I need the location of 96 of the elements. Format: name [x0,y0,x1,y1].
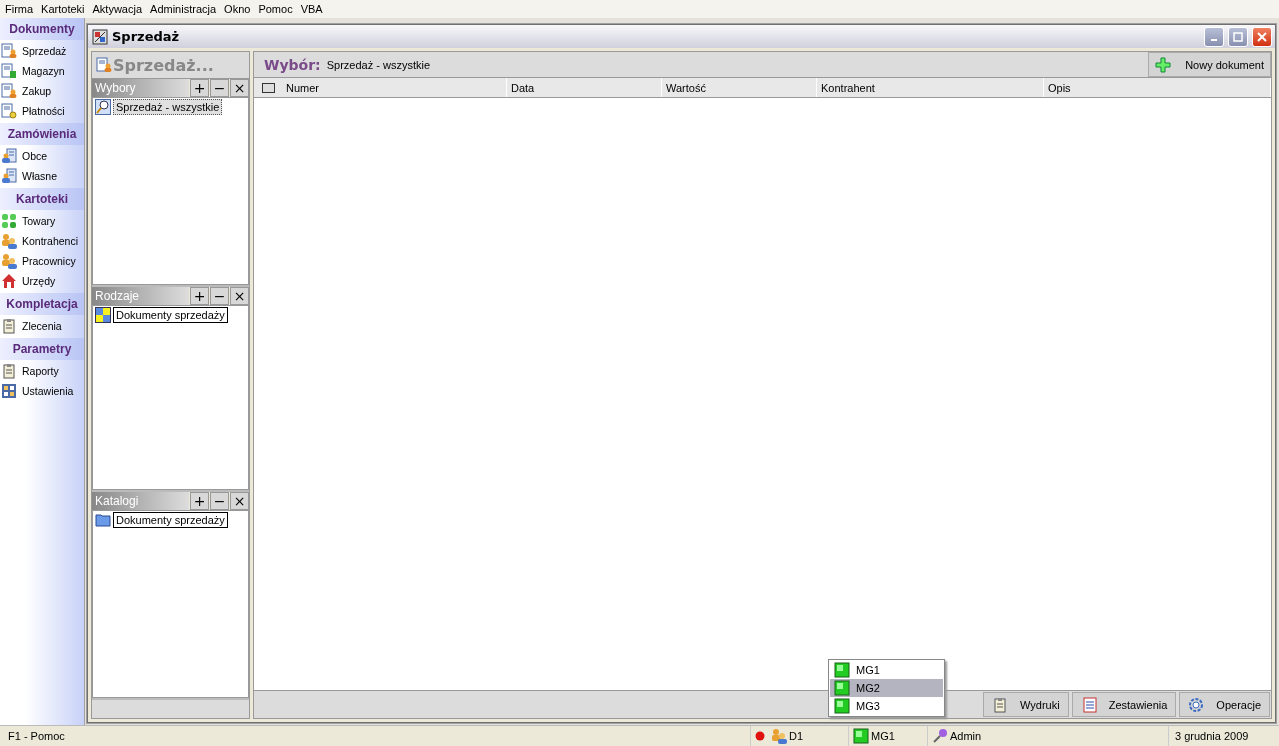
nav-section-header: Zamówienia [0,123,84,145]
plus-icon [1155,56,1172,73]
menu-item[interactable]: Aktywacja [89,3,148,15]
pane-button[interactable]: × [230,287,249,305]
column-header[interactable]: Kontrahent [817,78,1044,97]
clipboard-icon [1,318,17,334]
folder-icon [95,512,111,528]
clipboard-icon [1,363,17,379]
toolbar-button[interactable]: Operacje [1179,692,1270,717]
column-header[interactable]: Opis [1044,78,1271,97]
window-title: Sprzedaż [112,29,180,44]
minimize-icon [1211,38,1217,41]
warehouse-icon [834,698,850,714]
people-icon [1,253,17,269]
app-icon [92,28,108,45]
list-icon [1080,696,1097,713]
menu-item[interactable]: Kartoteki [38,3,90,15]
pane-button[interactable]: − [210,287,229,305]
toolbar-button[interactable]: Zestawienia [1071,692,1177,717]
gear-icon [1188,696,1205,713]
document-person-icon [96,57,112,73]
color-grid-icon [95,307,111,323]
status-dot-icon [755,731,765,741]
document-coin-icon [1,103,17,119]
tree-item[interactable]: Dokumenty sprzedaży [113,512,228,528]
people-icon [771,728,787,744]
close-icon [1257,31,1267,42]
document-box-icon [1,63,17,79]
pane-button[interactable]: − [210,492,229,510]
new-document-button[interactable]: Nowy dokument [1148,52,1271,77]
menu-item[interactable]: MG3 [830,697,943,715]
menu-item[interactable]: MG1 [830,661,943,679]
close-button[interactable] [1252,26,1272,47]
menu-item[interactable]: Firma [2,3,39,15]
tree-item[interactable]: Sprzedaż - wszystkie [113,99,223,115]
minimize-button[interactable] [1204,26,1224,47]
nav-item[interactable]: Obce [0,146,84,166]
menu-item[interactable]: MG2 [830,679,943,697]
column-header[interactable]: Wartość [662,78,817,97]
document-person-icon [1,43,17,59]
nav-item[interactable]: Raporty [0,361,84,381]
person-list-icon [1,168,17,184]
nav-section-header: Kompletacja [0,293,84,315]
column-header[interactable]: Data [507,78,662,97]
nav-item[interactable]: Urzędy [0,271,84,291]
cubes-icon [1,213,17,229]
person-list-icon [1,148,17,164]
warehouse-icon [853,728,869,744]
nav-item[interactable]: Sprzedaż [0,41,84,61]
pane-button[interactable]: + [190,287,209,305]
toolbar-button[interactable]: Wydruki [983,692,1069,717]
maximize-icon [1233,31,1243,42]
pane-title: Wybory [92,79,189,97]
menu-item[interactable]: VBA [297,3,328,15]
selection-label: Wybór: [264,56,321,73]
database-label: D1 [789,730,804,742]
nav-item[interactable]: Zakup [0,81,84,101]
house-icon [1,273,17,289]
maximize-button[interactable] [1228,26,1248,47]
settings-icon [1,383,17,399]
user-label: Admin [950,730,982,742]
pane-button[interactable]: × [230,492,249,510]
nav-section-header: Kartoteki [0,188,84,210]
pane-title: Katalogi [92,492,189,510]
warehouse-icon [834,680,850,696]
pane-button[interactable]: + [190,79,209,97]
menu-item[interactable]: Pomoc [255,3,298,15]
clipboard-icon [992,696,1008,713]
people-icon [1,233,17,249]
warehouse-icon [834,662,850,678]
pane-button[interactable]: + [190,492,209,510]
warehouse-label: MG1 [871,730,895,742]
nav-item[interactable]: Pracownicy [0,251,84,271]
pane-button[interactable]: − [210,79,229,97]
help-hint: F1 - Pomoc [7,729,65,744]
nav-item[interactable]: Płatności [0,101,84,121]
document-person-icon [1,83,17,99]
tree-item[interactable]: Dokumenty sprzedaży [113,307,228,323]
nav-item[interactable]: Kontrahenci [0,231,84,251]
pane-title: Rodzaje [92,287,189,305]
select-all-checkbox[interactable] [261,82,275,93]
panel-title: Sprzedaż... [113,55,214,75]
nav-section-header: Dokumenty [0,18,84,40]
nav-section-header: Parametry [0,338,84,360]
menu-item[interactable]: Okno [221,3,256,15]
selection-value: Sprzedaż - wszystkie [326,58,431,71]
nav-item[interactable]: Zlecenia [0,316,84,336]
nav-item[interactable]: Magazyn [0,61,84,81]
nav-item[interactable]: Własne [0,166,84,186]
key-icon [932,728,948,744]
nav-item[interactable]: Ustawienia [0,381,84,401]
nav-item[interactable]: Towary [0,211,84,231]
pane-button[interactable]: × [230,79,249,97]
menu-item[interactable]: Administracja [147,3,222,15]
column-header[interactable]: Numer [282,78,507,97]
date-label: 3 grudnia 2009 [1175,730,1249,742]
